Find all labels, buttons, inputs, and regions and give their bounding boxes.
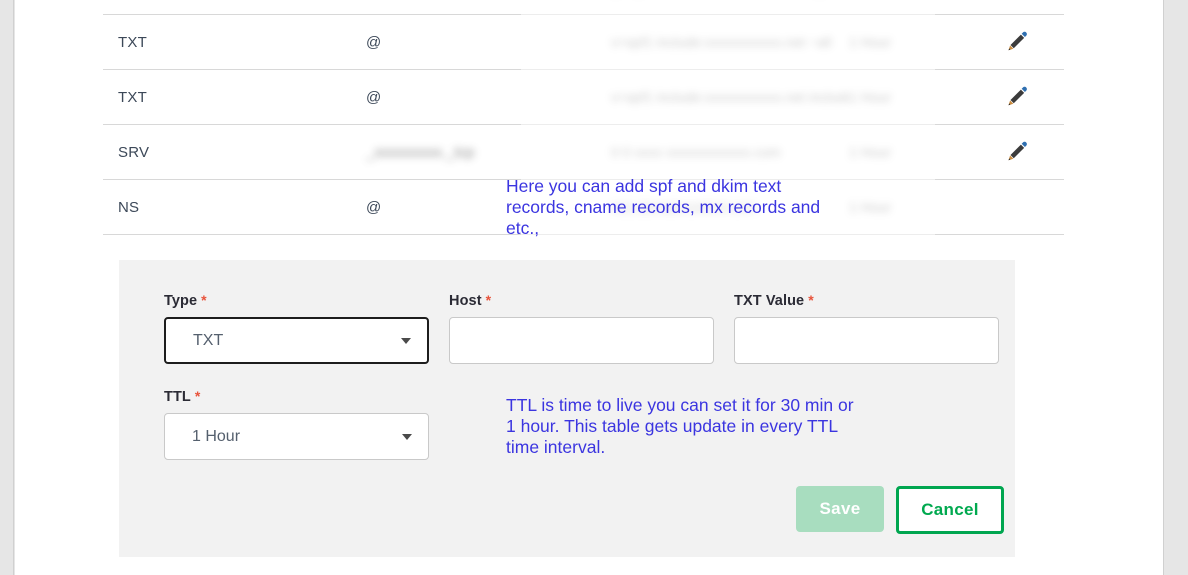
record-edit-button[interactable] xyxy=(969,139,1064,165)
record-value: 0 0 xxxx xxxxxxxxxxxx.com xyxy=(611,144,781,160)
field-type-label: Type * xyxy=(164,292,429,309)
table-row[interactable]: TXT @ google-site-verification=XXXXXX_XX… xyxy=(103,0,1064,15)
record-ttl: 1 Hour xyxy=(849,199,892,215)
table-row[interactable]: TXT @ v=spf1 include:xxxxxxxxxxx.net inc… xyxy=(103,70,1064,125)
record-edit-button[interactable] xyxy=(969,29,1064,55)
page-canvas: TXT @ google-site-verification=XXXXXX_XX… xyxy=(15,0,1163,575)
record-host: _xxxxxxxxx._tcp xyxy=(366,143,475,161)
required-asterisk: * xyxy=(201,292,207,308)
record-ttl: 1 Hour xyxy=(849,34,892,50)
host-input[interactable] xyxy=(449,317,714,364)
record-host: @ xyxy=(366,33,382,51)
record-type: SRV xyxy=(118,143,150,161)
pencil-icon xyxy=(1008,141,1027,161)
field-txt-value: TXT Value * xyxy=(734,292,999,364)
save-button[interactable]: Save xyxy=(796,486,884,532)
type-select-value: TXT xyxy=(193,331,224,349)
required-asterisk: * xyxy=(485,292,492,308)
chevron-down-icon xyxy=(401,337,411,344)
pencil-icon xyxy=(1008,31,1027,51)
field-host: Host * xyxy=(449,292,714,364)
record-ttl: 1 Hour xyxy=(849,144,892,160)
ttl-select[interactable]: 1 Hour xyxy=(164,413,429,460)
annotation-records: Here you can add spf and dkim text recor… xyxy=(506,176,821,238)
record-type: NS xyxy=(118,198,140,216)
type-select[interactable]: TXT xyxy=(164,317,429,364)
table-row[interactable]: TXT @ v=spf1 include:xxxxxxxxxxx.net ~al… xyxy=(103,15,1064,70)
field-ttl-label: TTL * xyxy=(164,388,429,405)
record-value: v=spf1 include:xxxxxxxxxxx.net include:_… xyxy=(611,89,849,105)
label-text: TXT Value xyxy=(734,293,805,309)
record-value: v=spf1 include:xxxxxxxxxxx.net ~all xyxy=(611,34,832,50)
record-type: TXT xyxy=(118,33,147,51)
pencil-icon xyxy=(1008,86,1027,106)
record-host: @ xyxy=(366,88,382,106)
ttl-select-value: 1 Hour xyxy=(192,427,241,445)
cancel-button[interactable]: Cancel xyxy=(896,486,1004,534)
required-asterisk: * xyxy=(808,292,814,308)
chevron-down-icon xyxy=(402,433,412,440)
field-ttl: TTL * 1 Hour xyxy=(164,388,429,460)
annotation-ttl: TTL is time to live you can set it for 3… xyxy=(506,395,854,457)
label-text: TTL xyxy=(164,389,191,405)
record-ttl: 1 Hour xyxy=(849,89,892,105)
field-type: Type * TXT xyxy=(164,292,429,364)
right-gutter xyxy=(1163,0,1188,575)
txt-value-input[interactable] xyxy=(734,317,999,364)
label-text: Host xyxy=(449,293,482,309)
field-txt-value-label: TXT Value * xyxy=(734,292,999,309)
required-asterisk: * xyxy=(194,388,201,404)
form-actions: Save Cancel xyxy=(796,486,1004,534)
left-gutter xyxy=(0,0,14,575)
page-root: TXT @ google-site-verification=XXXXXX_XX… xyxy=(0,0,1188,575)
label-text: Type xyxy=(164,293,198,309)
record-type: TXT xyxy=(118,88,147,106)
record-edit-button[interactable] xyxy=(969,84,1064,110)
table-row[interactable]: SRV _xxxxxxxxx._tcp 0 0 xxxx xxxxxxxxxxx… xyxy=(103,125,1064,180)
field-host-label: Host * xyxy=(449,292,714,309)
